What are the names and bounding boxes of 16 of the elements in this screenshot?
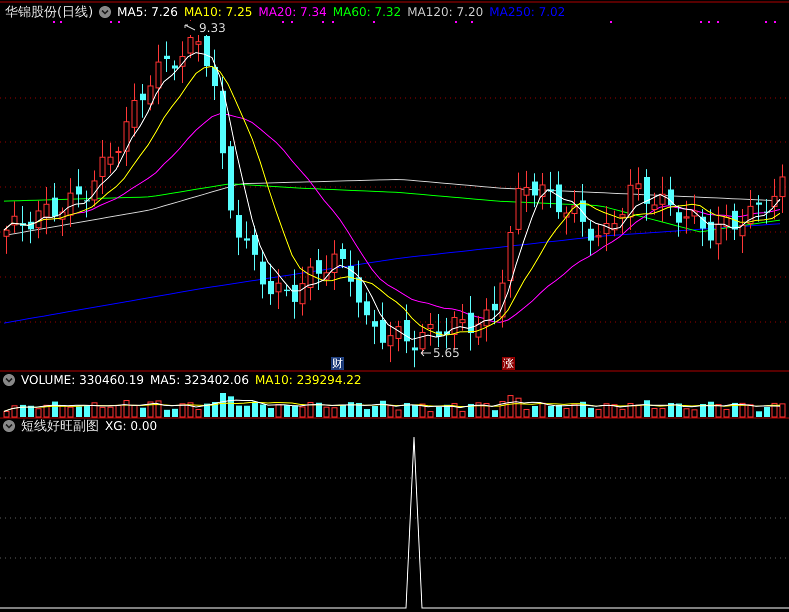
ma-reading: MA120: 7.20 [407, 4, 484, 18]
high-price-label: 9.33 [184, 21, 226, 35]
ma-reading: MA5: 7.26 [117, 4, 178, 18]
indicator-title: 短线好旺副图 [21, 418, 99, 434]
low-price-label: 5.65 [420, 346, 460, 360]
volume-reading: MA10: 239294.22 [254, 372, 362, 386]
ma-reading: MA60: 7.32 [332, 4, 402, 18]
event-marker[interactable]: 财 [331, 357, 344, 370]
indicator-reading: XG: 0.00 [105, 418, 158, 432]
ma-reading: MA10: 7.25 [184, 4, 252, 18]
ma-reading: MA20: 7.34 [258, 4, 327, 18]
ma-reading: MA250: 7.02 [489, 4, 566, 18]
stock-title: 华锦股份(日线) [5, 4, 94, 20]
event-marker[interactable]: 涨 [502, 357, 515, 370]
volume-reading: VOLUME: 330460.19 [21, 372, 144, 386]
volume-reading: MA5: 323402.06 [150, 372, 249, 386]
